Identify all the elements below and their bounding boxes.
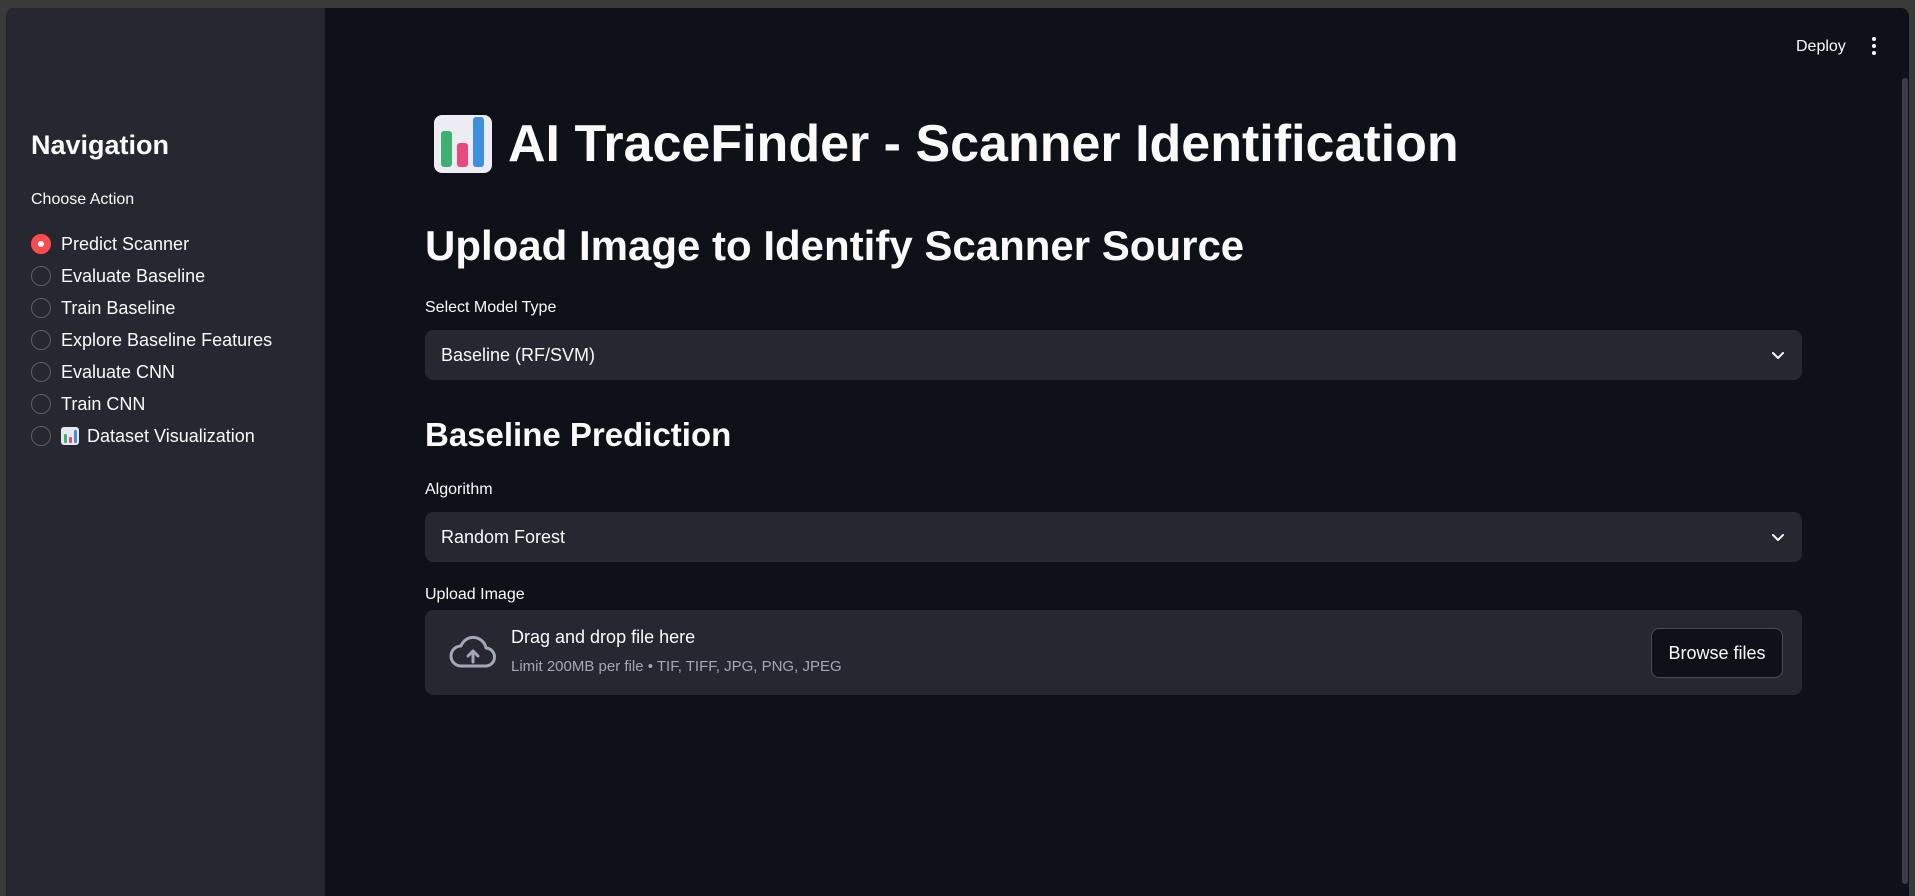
- model-type-value: Baseline (RF/SVM): [441, 344, 596, 365]
- radio-train-cnn[interactable]: Train CNN: [31, 388, 272, 420]
- page-title-text: AI TraceFinder - Scanner Identification: [508, 115, 1459, 173]
- chevron-down-icon: [1772, 352, 1784, 359]
- algorithm-select[interactable]: Random Forest: [425, 512, 1802, 562]
- upload-subtitle: Upload Image to Identify Scanner Source: [425, 222, 1245, 269]
- deploy-button[interactable]: Deploy: [1796, 38, 1846, 56]
- radio-train-baseline[interactable]: Train Baseline: [31, 292, 272, 324]
- radio-dataset-visualization[interactable]: Dataset Visualization: [31, 420, 272, 452]
- sidebar-title: Navigation: [31, 130, 170, 160]
- bar-chart-icon: [61, 427, 79, 445]
- radio-label: Evaluate CNN: [61, 361, 176, 382]
- model-type-select[interactable]: Baseline (RF/SVM): [425, 330, 1802, 380]
- radio-unchecked-icon: [31, 266, 51, 286]
- cloud-upload-icon: [449, 635, 496, 668]
- radio-label: Dataset Visualization: [87, 425, 255, 446]
- upload-image-label: Upload Image: [425, 586, 525, 603]
- file-dropzone[interactable]: Drag and drop file here Limit 200MB per …: [425, 610, 1802, 695]
- dropzone-title: Drag and drop file here: [511, 627, 696, 647]
- bar-chart-icon: [434, 115, 492, 173]
- radio-label: Predict Scanner: [61, 233, 190, 254]
- radio-label: Train Baseline: [61, 297, 176, 318]
- choose-action-label: Choose Action: [31, 191, 135, 208]
- radio-unchecked-icon: [31, 426, 51, 446]
- radio-unchecked-icon: [31, 330, 51, 350]
- radio-checked-icon: [31, 234, 51, 254]
- browse-files-button[interactable]: Browse files: [1651, 628, 1783, 678]
- radio-unchecked-icon: [31, 362, 51, 382]
- dropzone-limit-text: Limit 200MB per file • TIF, TIFF, JPG, P…: [511, 658, 842, 675]
- algorithm-label: Algorithm: [425, 481, 493, 498]
- radio-unchecked-icon: [31, 298, 51, 318]
- radio-predict-scanner[interactable]: Predict Scanner: [31, 228, 272, 260]
- algorithm-value: Random Forest: [441, 526, 566, 547]
- radio-label: Explore Baseline Features: [61, 329, 273, 350]
- model-type-label: Select Model Type: [425, 299, 557, 316]
- action-radio-group: Predict Scanner Evaluate Baseline Train …: [31, 228, 272, 452]
- radio-label: Evaluate Baseline: [61, 265, 206, 286]
- scrollbar[interactable]: [1902, 78, 1908, 884]
- radio-evaluate-baseline[interactable]: Evaluate Baseline: [31, 260, 272, 292]
- radio-unchecked-icon: [31, 394, 51, 414]
- page-title: AI TraceFinder - Scanner Identification: [434, 114, 1459, 174]
- baseline-prediction-title: Baseline Prediction: [425, 416, 732, 453]
- chevron-down-icon: [1772, 534, 1784, 541]
- sidebar: Navigation Choose Action Predict Scanner…: [6, 8, 325, 896]
- radio-evaluate-cnn[interactable]: Evaluate CNN: [31, 356, 272, 388]
- radio-explore-baseline-features[interactable]: Explore Baseline Features: [31, 324, 272, 356]
- kebab-menu-icon[interactable]: [1871, 37, 1877, 55]
- radio-label: Train CNN: [61, 393, 146, 414]
- app-window: Navigation Choose Action Predict Scanner…: [6, 8, 1909, 896]
